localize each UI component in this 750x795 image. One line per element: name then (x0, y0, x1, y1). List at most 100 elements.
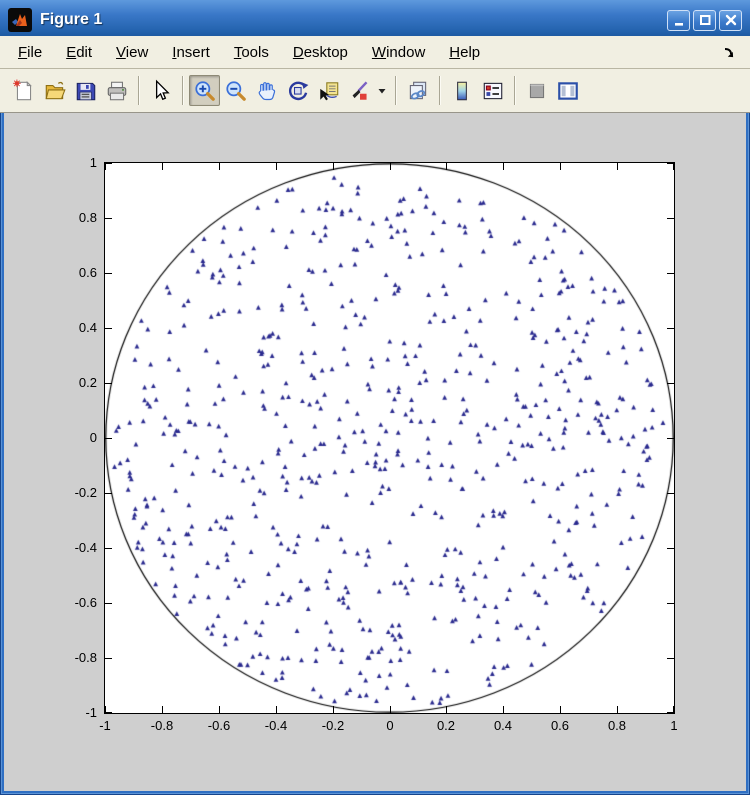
insert-colorbar-button[interactable] (446, 75, 477, 106)
y-tick-label: 0.8 (57, 211, 97, 225)
link-plots-icon (406, 79, 430, 103)
data-cursor-button[interactable] (313, 75, 344, 106)
x-tick-label: 1 (652, 719, 696, 733)
x-tick-top (446, 163, 447, 170)
x-tick-top (673, 163, 674, 170)
y-tick-right (667, 548, 674, 549)
y-tick-label: 0.2 (57, 376, 97, 390)
matlab-logo-icon (8, 8, 32, 32)
menu-bar: File Edit View Insert Tools Desktop Wind… (0, 36, 750, 69)
x-tick-label: -0.4 (254, 719, 298, 733)
zoom-out-button[interactable] (220, 75, 251, 106)
maximize-button[interactable] (693, 10, 716, 31)
plot-area[interactable]: -1-0.8-0.6-0.4-0.200.20.40.60.81-1-0.8-0… (104, 162, 675, 714)
x-tick-top (105, 163, 106, 170)
y-tick-label: 1 (57, 156, 97, 170)
menu-view[interactable]: View (104, 39, 160, 66)
y-tick-right (667, 328, 674, 329)
print-figure-button[interactable] (101, 75, 132, 106)
x-tick (390, 706, 391, 713)
rotate-3d-icon (286, 79, 310, 103)
zoom-in-icon (193, 79, 217, 103)
pointer-icon (149, 79, 173, 103)
open-file-button[interactable] (39, 75, 70, 106)
brush-dropdown-button[interactable] (375, 75, 389, 106)
y-tick (105, 658, 112, 659)
y-tick-label: 0.6 (57, 266, 97, 280)
legend-icon (481, 79, 505, 103)
data-cursor-icon (317, 79, 341, 103)
menu-help[interactable]: Help (437, 39, 492, 66)
edit-plot-button[interactable] (145, 75, 176, 106)
y-tick-right (667, 493, 674, 494)
menu-edit[interactable]: Edit (54, 39, 104, 66)
y-tick-label: -0.4 (57, 541, 97, 555)
x-tick (503, 706, 504, 713)
rotate-3d-button[interactable] (282, 75, 313, 106)
menu-window[interactable]: Window (360, 39, 437, 66)
x-tick (446, 706, 447, 713)
y-tick-right (667, 383, 674, 384)
x-tick-top (617, 163, 618, 170)
x-tick (162, 706, 163, 713)
brush-data-button[interactable] (344, 75, 375, 106)
close-button[interactable] (719, 10, 742, 31)
y-tick (105, 163, 112, 164)
save-figure-button[interactable] (70, 75, 101, 106)
menu-file[interactable]: File (6, 39, 54, 66)
pan-button[interactable] (251, 75, 282, 106)
dock-figure-icon[interactable] (722, 45, 736, 59)
y-tick (105, 493, 112, 494)
new-figure-icon (12, 79, 36, 103)
x-tick-label: 0.8 (595, 719, 639, 733)
minimize-button[interactable] (667, 10, 690, 31)
x-tick (560, 706, 561, 713)
y-tick (105, 438, 112, 439)
colorbar-icon (450, 79, 474, 103)
y-tick (105, 548, 112, 549)
zoom-in-button[interactable] (189, 75, 220, 106)
y-tick (105, 383, 112, 384)
x-tick-label: -1 (83, 719, 127, 733)
x-tick (333, 706, 334, 713)
new-figure-button[interactable] (8, 75, 39, 106)
chevron-down-icon (377, 86, 387, 96)
x-tick-label: 0.6 (538, 719, 582, 733)
x-tick-label: 0 (368, 719, 412, 733)
hide-plot-tools-icon (525, 79, 549, 103)
zoom-out-icon (224, 79, 248, 103)
x-tick (219, 706, 220, 713)
y-tick-right (667, 712, 674, 713)
toolbar-separator (182, 76, 183, 105)
y-tick-label: 0 (57, 431, 97, 445)
link-plots-button[interactable] (402, 75, 433, 106)
toolbar-separator (514, 76, 515, 105)
insert-legend-button[interactable] (477, 75, 508, 106)
y-tick-right (667, 603, 674, 604)
scatter-plot-canvas (105, 163, 674, 713)
hide-plot-tools-button[interactable] (521, 75, 552, 106)
y-tick-label: -1 (57, 706, 97, 720)
x-tick-top (162, 163, 163, 170)
toolbar-separator (138, 76, 139, 105)
y-tick (105, 218, 112, 219)
open-file-icon (43, 79, 67, 103)
x-tick-top (560, 163, 561, 170)
x-tick-label: 0.4 (481, 719, 525, 733)
x-tick-top (390, 163, 391, 170)
y-tick-label: -0.6 (57, 596, 97, 610)
show-plot-tools-button[interactable] (552, 75, 583, 106)
show-plot-tools-icon (556, 79, 580, 103)
close-icon (724, 13, 738, 27)
minimize-icon (672, 13, 686, 27)
y-tick-right (667, 218, 674, 219)
x-tick-label: -0.8 (140, 719, 184, 733)
menu-desktop[interactable]: Desktop (281, 39, 360, 66)
brush-icon (348, 79, 372, 103)
toolbar-separator (439, 76, 440, 105)
menu-insert[interactable]: Insert (160, 39, 222, 66)
print-icon (105, 79, 129, 103)
x-tick-top (276, 163, 277, 170)
menu-tools[interactable]: Tools (222, 39, 281, 66)
x-tick (276, 706, 277, 713)
